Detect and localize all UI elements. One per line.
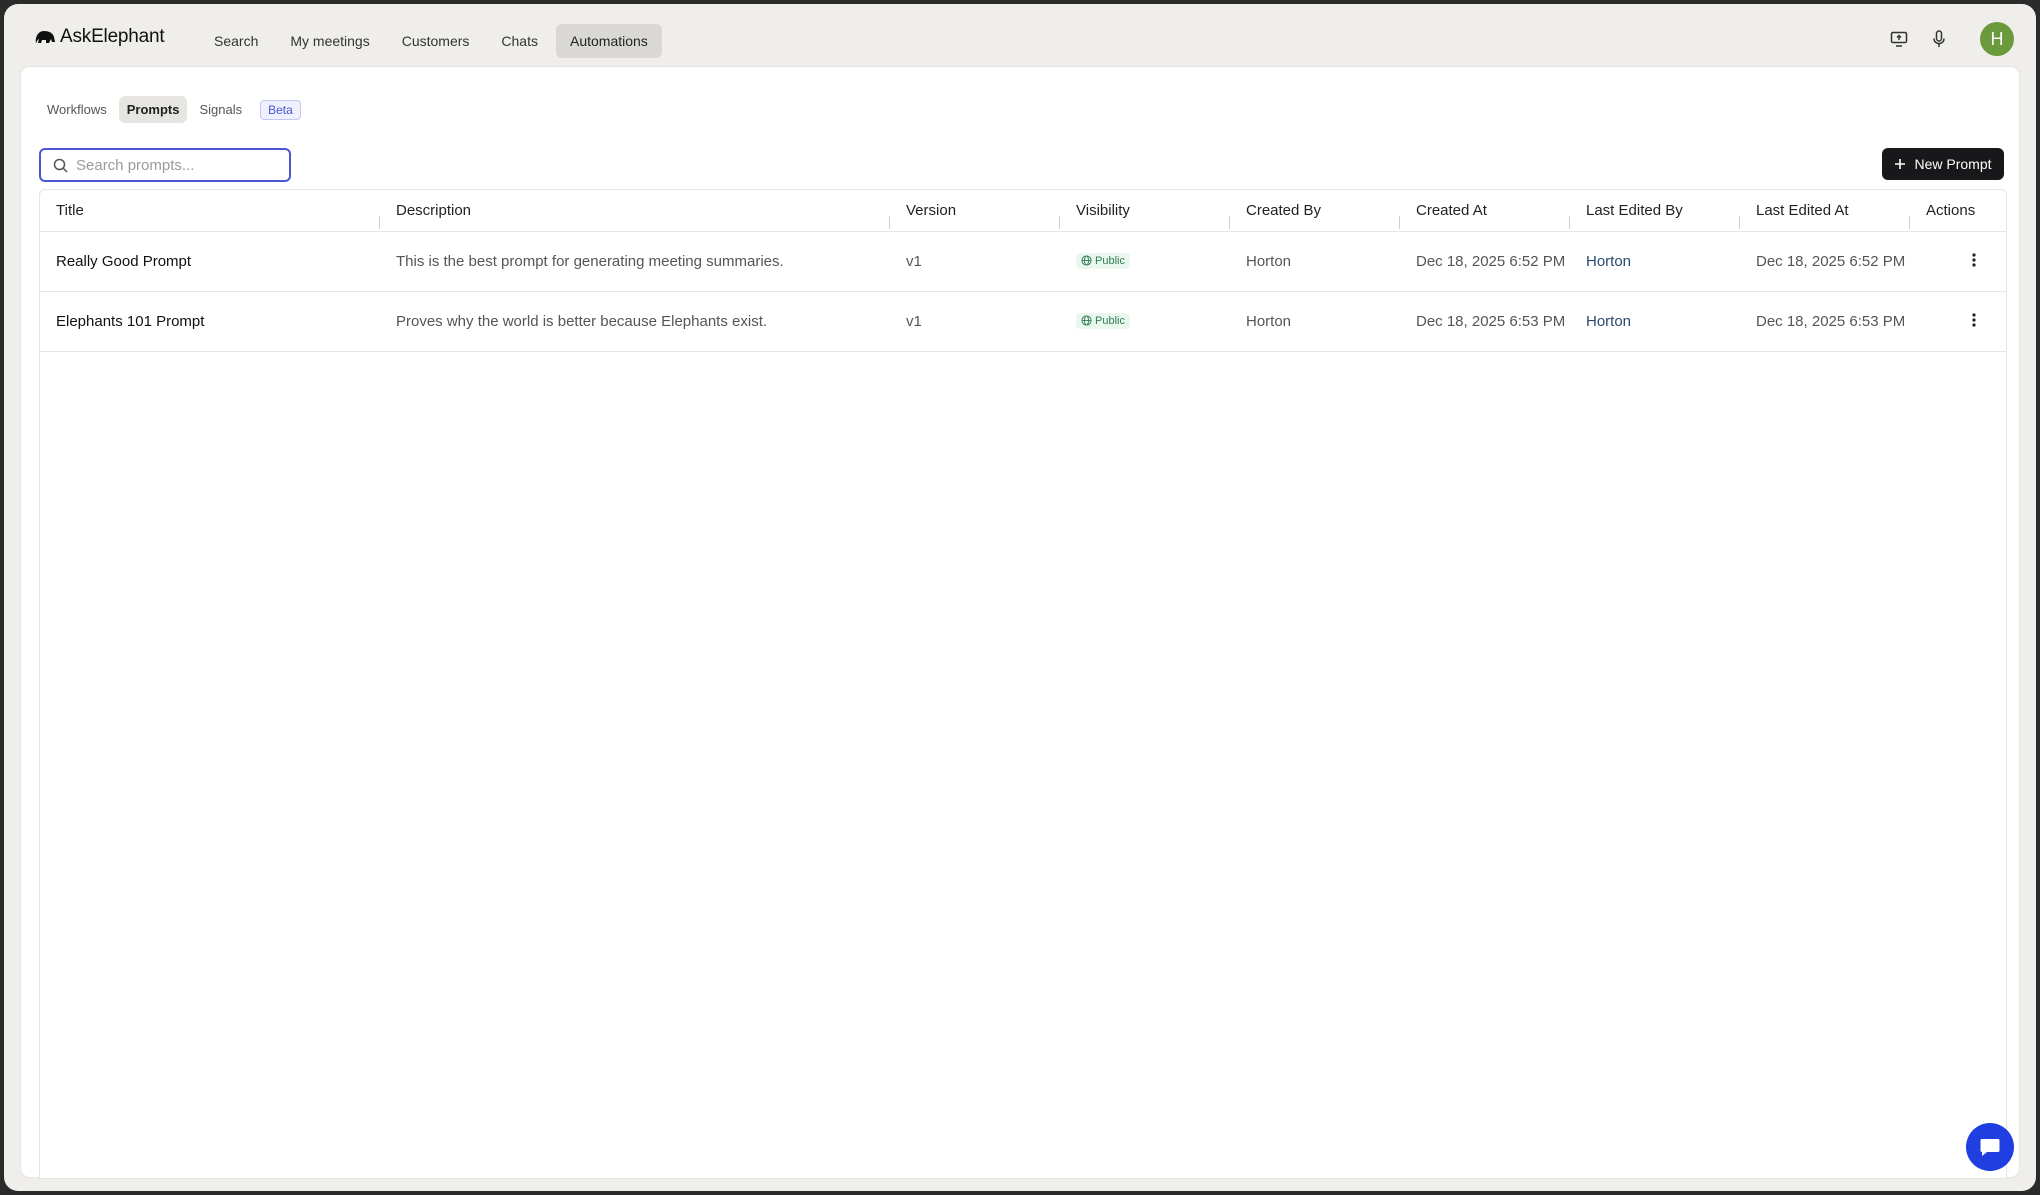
column-header-description[interactable]: Description bbox=[380, 202, 890, 229]
column-header-last-edited-by[interactable]: Last Edited By bbox=[1570, 202, 1740, 229]
table-row[interactable]: Elephants 101 Prompt Proves why the worl… bbox=[40, 292, 2006, 352]
row-last-edited-at: Dec 18, 2025 6:52 PM bbox=[1756, 253, 1906, 270]
table-row[interactable]: Really Good Prompt This is the best prom… bbox=[40, 232, 2006, 292]
prompts-table: Title Description Version Visibility Cre… bbox=[39, 189, 2007, 1179]
app-name: AskElephant bbox=[60, 26, 165, 47]
nav-automations[interactable]: Automations bbox=[555, 24, 662, 58]
row-description: This is the best prompt for generating m… bbox=[396, 253, 784, 270]
nav-links: Search My meetings Customers Chats Autom… bbox=[200, 24, 662, 58]
search-input[interactable] bbox=[76, 156, 276, 174]
row-title[interactable]: Really Good Prompt bbox=[40, 253, 380, 270]
nav-my-meetings[interactable]: My meetings bbox=[276, 24, 383, 58]
row-version: v1 bbox=[906, 253, 922, 270]
search-icon bbox=[53, 158, 68, 173]
globe-icon bbox=[1081, 255, 1092, 266]
more-actions-icon[interactable] bbox=[1972, 252, 1976, 267]
beta-badge: Beta bbox=[260, 99, 301, 120]
row-created-at: Dec 18, 2025 6:53 PM bbox=[1416, 313, 1566, 330]
row-last-edited-at: Dec 18, 2025 6:53 PM bbox=[1756, 313, 1906, 330]
row-visibility: Public bbox=[1060, 252, 1230, 271]
column-header-title[interactable]: Title bbox=[40, 202, 380, 229]
row-last-edited-by: Horton bbox=[1586, 253, 1632, 270]
column-header-visibility[interactable]: Visibility bbox=[1060, 202, 1230, 229]
chat-support-button[interactable] bbox=[1966, 1123, 2014, 1171]
column-header-created-at[interactable]: Created At bbox=[1400, 202, 1570, 229]
row-created-by: Horton bbox=[1246, 253, 1292, 270]
row-actions bbox=[1910, 252, 2006, 271]
chat-icon bbox=[1980, 1139, 2000, 1156]
new-prompt-label: New Prompt bbox=[1914, 156, 1992, 172]
plus-icon bbox=[1895, 159, 1906, 169]
visibility-badge: Public bbox=[1076, 312, 1130, 329]
app-window: AskElephant Search My meetings Customers… bbox=[4, 4, 2036, 1191]
top-right-actions: H bbox=[1888, 22, 2014, 56]
column-header-actions: Actions bbox=[1926, 202, 1976, 219]
search-box[interactable] bbox=[39, 148, 291, 182]
tab-prompts[interactable]: Prompts bbox=[118, 96, 188, 123]
nav-search[interactable]: Search bbox=[200, 24, 272, 58]
visibility-badge: Public bbox=[1076, 252, 1130, 269]
microphone-icon[interactable] bbox=[1928, 28, 1950, 50]
table-header: Title Description Version Visibility Cre… bbox=[40, 190, 2006, 232]
nav-chats[interactable]: Chats bbox=[487, 24, 552, 58]
user-avatar[interactable]: H bbox=[1980, 22, 2014, 56]
tab-signals[interactable]: Signals bbox=[191, 96, 250, 123]
column-header-last-edited-at[interactable]: Last Edited At bbox=[1740, 202, 1910, 229]
row-title[interactable]: Elephants 101 Prompt bbox=[40, 313, 380, 330]
row-created-by: Horton bbox=[1246, 313, 1292, 330]
column-header-version[interactable]: Version bbox=[890, 202, 1060, 229]
automation-tabs: Workflows Prompts Signals Beta bbox=[39, 96, 301, 123]
row-last-edited-by: Horton bbox=[1586, 313, 1632, 330]
row-visibility: Public bbox=[1060, 312, 1230, 331]
new-prompt-button[interactable]: New Prompt bbox=[1882, 148, 2004, 180]
globe-icon bbox=[1081, 315, 1092, 326]
elephant-logo-icon bbox=[35, 31, 55, 43]
row-version: v1 bbox=[906, 313, 922, 330]
more-actions-icon[interactable] bbox=[1972, 312, 1976, 327]
column-header-created-by[interactable]: Created By bbox=[1230, 202, 1400, 229]
tab-workflows[interactable]: Workflows bbox=[39, 96, 115, 123]
nav-customers[interactable]: Customers bbox=[388, 24, 484, 58]
row-description: Proves why the world is better because E… bbox=[396, 313, 768, 330]
screen-share-icon[interactable] bbox=[1888, 28, 1910, 50]
top-navigation: AskElephant Search My meetings Customers… bbox=[4, 4, 2036, 70]
app-logo[interactable]: AskElephant bbox=[34, 26, 165, 48]
row-actions bbox=[1910, 312, 2006, 331]
main-panel: Workflows Prompts Signals Beta New Promp… bbox=[20, 66, 2020, 1179]
row-created-at: Dec 18, 2025 6:52 PM bbox=[1416, 253, 1566, 270]
